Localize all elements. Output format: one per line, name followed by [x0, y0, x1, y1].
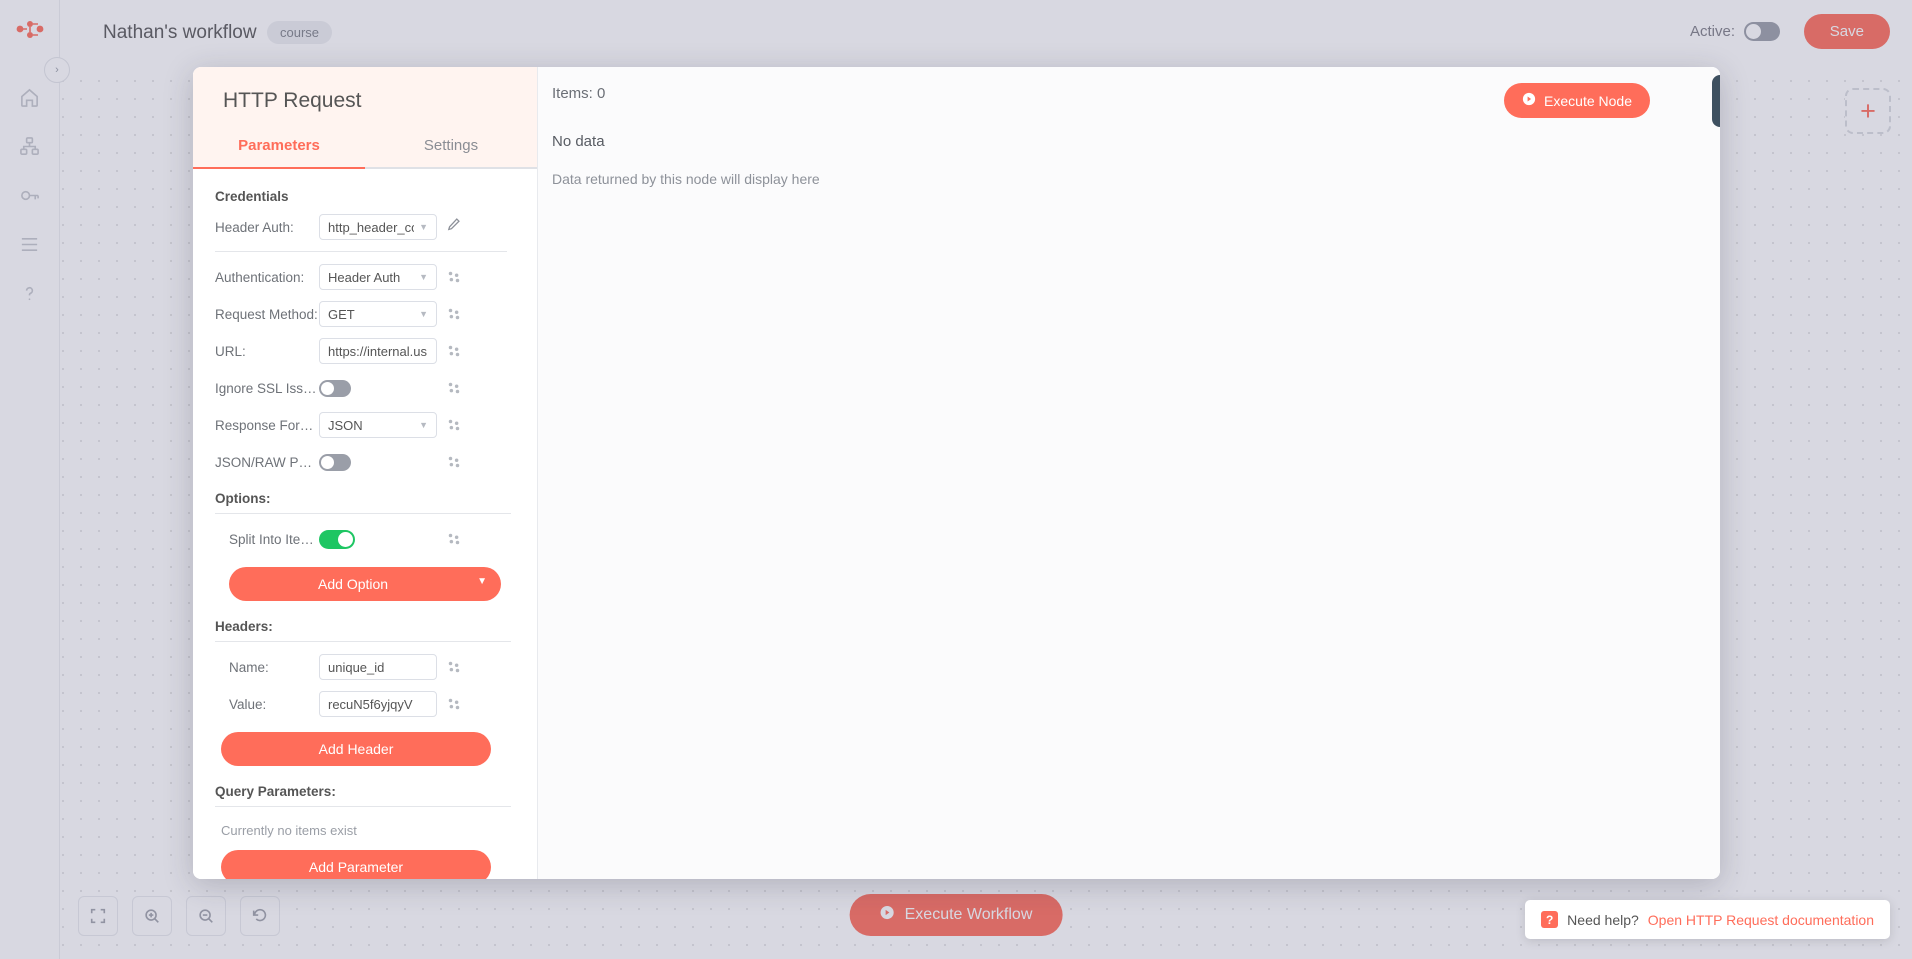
chevron-down-icon: ▼: [419, 272, 428, 282]
play-icon: [1522, 92, 1536, 109]
json-raw-options-icon[interactable]: [446, 455, 462, 469]
request-method-options-icon[interactable]: [446, 307, 462, 321]
query-parameters-empty-text: Currently no items exist: [221, 823, 357, 838]
add-header-wrap: Add Header: [207, 728, 515, 780]
json-raw-toggle[interactable]: [319, 453, 351, 471]
output-hint: Data returned by this node will display …: [552, 171, 820, 187]
chevron-down-icon: ▼: [419, 222, 428, 232]
authentication-label: Authentication:: [215, 269, 305, 285]
response-format-value: JSON: [328, 417, 363, 433]
execute-node-button[interactable]: Execute Node: [1504, 83, 1650, 118]
request-method-select[interactable]: GET ▼: [319, 301, 437, 327]
help-documentation-link[interactable]: Open HTTP Request documentation: [1648, 912, 1874, 928]
request-method-value: GET: [328, 306, 355, 322]
header-value-label: Value:: [229, 696, 267, 712]
response-format-select[interactable]: JSON ▼: [319, 412, 437, 438]
output-panel: Items: 0 No data Data returned by this n…: [538, 67, 1720, 879]
credentials-divider: [215, 251, 507, 252]
parameters-scroll-area[interactable]: Credentials Header Auth: http_header_cou…: [193, 169, 537, 879]
query-parameters-section-title: Query Parameters:: [215, 784, 511, 807]
toggle-knob: [338, 531, 353, 547]
toggle-knob: [321, 381, 334, 395]
add-parameter-button[interactable]: Add Parameter: [221, 850, 491, 879]
add-option-label: Add Option: [318, 576, 389, 592]
header-row-name: Name: unique_id: [207, 654, 515, 680]
header-auth-value: http_header_cour: [328, 219, 414, 235]
parameters-header: HTTP Request Parameters Settings: [193, 67, 537, 167]
header-value-input[interactable]: recuN5f6yjqyV: [319, 691, 437, 717]
header-auth-select[interactable]: http_header_cour ▼: [319, 214, 437, 240]
header-auth-label: Header Auth:: [215, 219, 294, 235]
header-name-value: unique_id: [328, 659, 385, 675]
ignore-ssl-toggle[interactable]: [319, 379, 351, 397]
add-option-button[interactable]: Add Option ▼: [229, 567, 501, 601]
header-name-options-icon[interactable]: [446, 660, 462, 674]
param-row-json-raw: JSON/RAW Parame…: [207, 449, 515, 475]
toggle-knob: [321, 455, 334, 469]
ignore-ssl-label: Ignore SSL Issues:: [215, 380, 319, 396]
request-method-label: Request Method:: [215, 306, 318, 322]
panel-tabs: Parameters Settings: [193, 137, 537, 167]
chevron-down-icon: ▼: [477, 576, 487, 587]
header-value-value: recuN5f6yjqyV: [328, 696, 413, 712]
split-into-items-toggle[interactable]: [319, 529, 355, 549]
header-name-label: Name:: [229, 659, 269, 675]
options-section-title: Options:: [215, 491, 511, 514]
ignore-ssl-options-icon[interactable]: [446, 381, 462, 395]
authentication-options-icon[interactable]: [446, 270, 462, 284]
help-banner: ? Need help? Open HTTP Request documenta…: [1525, 900, 1890, 939]
authentication-select[interactable]: Header Auth ▼: [319, 264, 437, 290]
add-parameter-wrap: Add Parameter: [207, 846, 515, 879]
chevron-down-icon: ▼: [419, 420, 428, 430]
param-row-response-format: Response Format: JSON ▼: [207, 412, 515, 438]
param-row-ignore-ssl: Ignore SSL Issues:: [207, 375, 515, 401]
tab-settings[interactable]: Settings: [365, 137, 537, 167]
url-value: https://internal.us: [328, 343, 427, 359]
add-option-wrap: Add Option ▼: [207, 563, 515, 615]
node-details-modal: HTTP Request Parameters Settings Credent…: [193, 67, 1720, 879]
edit-credential-icon[interactable]: [446, 217, 462, 237]
url-label: URL:: [215, 343, 246, 359]
close-modal-button[interactable]: [1712, 75, 1720, 127]
header-value-options-icon[interactable]: [446, 697, 462, 711]
url-options-icon[interactable]: [446, 344, 462, 358]
help-text: Need help?: [1567, 911, 1639, 928]
header-name-input[interactable]: unique_id: [319, 654, 437, 680]
credentials-section-title: Credentials: [215, 189, 289, 204]
headers-section-title: Headers:: [215, 619, 511, 642]
header-row-value: Value: recuN5f6yjqyV: [207, 691, 515, 717]
response-format-label: Response Format:: [215, 417, 319, 433]
param-row-url: URL: https://internal.us: [207, 338, 515, 364]
json-raw-label: JSON/RAW Parame…: [215, 454, 319, 470]
url-input[interactable]: https://internal.us: [319, 338, 437, 364]
authentication-value: Header Auth: [328, 269, 401, 285]
split-into-items-options-icon[interactable]: [446, 532, 462, 546]
param-row-authentication: Authentication: Header Auth ▼: [207, 264, 515, 290]
add-header-button[interactable]: Add Header: [221, 732, 491, 766]
execute-node-label: Execute Node: [1544, 92, 1632, 109]
split-into-items-label: Split Into Items:: [229, 531, 319, 547]
option-row-split-into-items: Split Into Items:: [207, 526, 515, 552]
node-title: HTTP Request: [223, 89, 362, 112]
question-mark-icon: ?: [1541, 911, 1559, 928]
response-format-options-icon[interactable]: [446, 418, 462, 432]
output-no-data: No data: [552, 133, 605, 150]
credential-row-header-auth: Header Auth: http_header_cour ▼: [207, 214, 515, 240]
parameters-panel: HTTP Request Parameters Settings Credent…: [193, 67, 538, 879]
param-row-request-method: Request Method: GET ▼: [207, 301, 515, 327]
tab-parameters[interactable]: Parameters: [193, 137, 365, 167]
chevron-down-icon: ▼: [419, 309, 428, 319]
